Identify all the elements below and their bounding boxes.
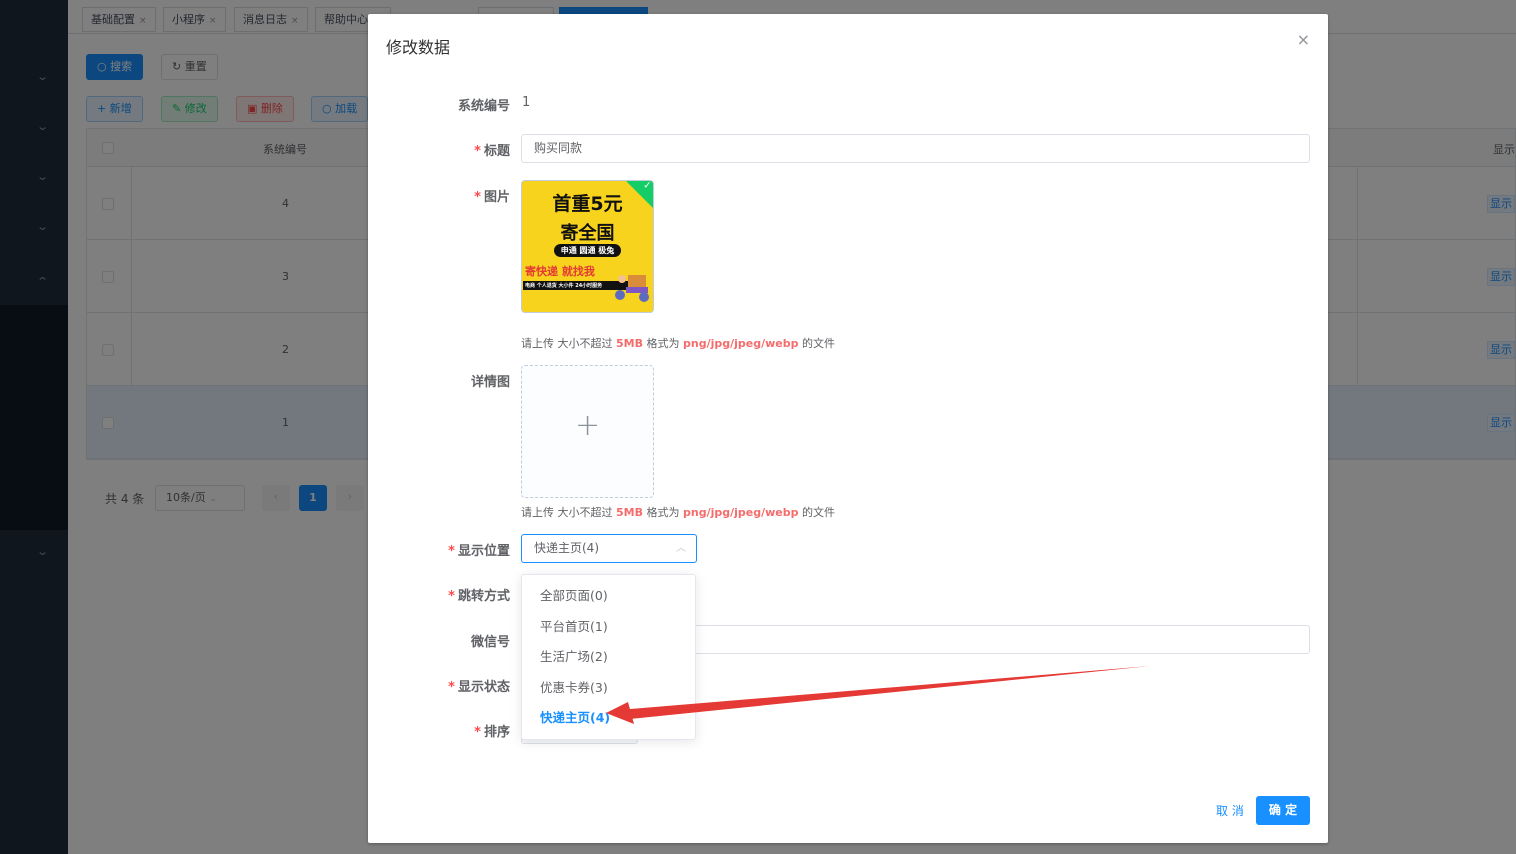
sort-label: * 排序 <box>474 725 510 740</box>
dropdown-option[interactable]: 平台首页(1) <box>522 612 695 643</box>
id-value: 1 <box>522 95 531 110</box>
edit-dialog: 修改数据 × 系统编号 1 * 标题 购买同款 * 图片 首重5元 寄全国 申通 圆… <box>368 14 1328 843</box>
detail-upload-tip: 请上传 大小不超过 5MB 格式为 png/jpg/jpeg/webp 的文件 <box>521 506 835 519</box>
cancel-button[interactable]: 取 消 <box>1216 797 1244 826</box>
wechat-label: 微信号 <box>470 635 510 650</box>
position-select[interactable]: 快递主页(4) ︿ <box>521 534 697 563</box>
position-label: * 显示位置 <box>448 544 510 559</box>
image-label: * 图片 <box>474 190 510 205</box>
detail-image-upload[interactable]: + <box>521 365 654 498</box>
status-label: * 显示状态 <box>448 680 510 695</box>
position-dropdown: 全部页面(0) 平台首页(1) 生活广场(2) 优惠卡券(3) 快递主页(4) <box>521 574 696 740</box>
dropdown-option-selected[interactable]: 快递主页(4) <box>522 703 695 734</box>
check-icon: ✓ <box>643 180 652 192</box>
title-label: * 标题 <box>474 144 510 159</box>
title-input[interactable]: 购买同款 <box>521 134 1310 163</box>
image-upload-tip: 请上传 大小不超过 5MB 格式为 png/jpg/jpeg/webp 的文件 <box>521 337 835 350</box>
courier-illustration <box>615 275 649 302</box>
close-icon[interactable]: × <box>1297 30 1310 49</box>
jump-mode-label: * 跳转方式 <box>448 589 510 604</box>
uploaded-image[interactable]: 首重5元 寄全国 申通 圆通 极兔 寄快递 就找我 电商 个人退货 大小件 24… <box>521 180 654 313</box>
detail-image-label: 详情图 <box>470 375 510 390</box>
id-label: 系统编号 <box>457 99 510 114</box>
plus-icon: + <box>575 408 601 443</box>
dialog-title: 修改数据 <box>386 38 451 57</box>
chevron-up-icon: ︿ <box>676 543 686 554</box>
confirm-button[interactable]: 确 定 <box>1256 796 1310 825</box>
dropdown-option[interactable]: 优惠卡券(3) <box>522 673 695 704</box>
dropdown-option[interactable]: 生活广场(2) <box>522 642 695 673</box>
dropdown-option[interactable]: 全部页面(0) <box>522 581 695 612</box>
